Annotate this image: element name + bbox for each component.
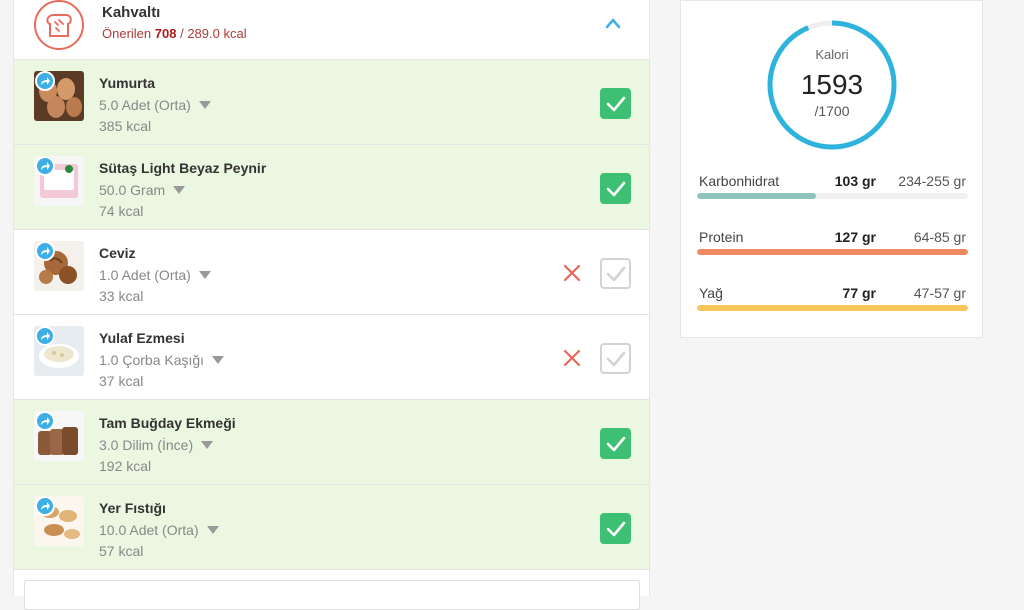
macro-carbs: Karbonhidrat 103 gr 234-255 gr <box>697 173 968 213</box>
meal-header[interactable]: Kahvaltı Önerilen 708 / 289.0 kcal <box>14 0 649 60</box>
macro-progress-fill <box>697 305 968 311</box>
caret-down-icon[interactable] <box>206 526 219 534</box>
caret-down-icon[interactable] <box>198 101 211 109</box>
share-arrow-icon[interactable] <box>35 326 55 346</box>
food-amount-value: 1.0 Adet (Orta) <box>99 267 191 283</box>
food-row[interactable]: Tam Buğday Ekmeği 3.0 Dilim (İnce) 192 kca… <box>14 400 649 485</box>
food-row[interactable]: Yer Fıstığı 10.0 Adet (Orta) 57 kcal <box>14 485 649 570</box>
macro-range: 64-85 gr <box>913 229 966 245</box>
caret-down-icon[interactable] <box>198 271 211 279</box>
food-name: Ceviz <box>99 245 136 261</box>
food-list: Yumurta 5.0 Adet (Orta) 385 kcal Sütaş Ligh… <box>14 60 649 570</box>
macro-progress-fill <box>697 249 968 255</box>
meal-panel: Kahvaltı Önerilen 708 / 289.0 kcal Yumur… <box>13 0 650 610</box>
recommended-value: 708 <box>154 26 177 41</box>
food-amount-select[interactable]: 10.0 Adet (Orta) <box>99 522 219 538</box>
checkbox[interactable] <box>600 513 631 544</box>
food-amount-select[interactable]: 3.0 Dilim (İnce) <box>99 437 214 453</box>
macro-fat: Yağ 77 gr 47-57 gr <box>697 285 968 325</box>
food-kcal: 192 kcal <box>99 458 152 474</box>
food-amount-select[interactable]: 1.0 Çorba Kaşığı <box>99 352 225 368</box>
checkbox[interactable] <box>600 88 631 119</box>
remove-x-icon[interactable] <box>563 349 581 367</box>
macro-range: 234-255 gr <box>898 173 966 189</box>
calorie-value: 1593 <box>800 69 864 100</box>
macro-name: Yağ <box>699 285 723 301</box>
macro-value: 103 gr <box>834 173 876 189</box>
macro-protein: Protein 127 gr 64-85 gr <box>697 229 968 269</box>
food-row[interactable]: Sütaş Light Beyaz Peynir 50.0 Gram 74 kcal <box>14 145 649 230</box>
food-amount-select[interactable]: 1.0 Adet (Orta) <box>99 267 211 283</box>
checkbox[interactable] <box>600 428 631 459</box>
bread-icon <box>34 0 84 50</box>
food-name: Yulaf Ezmesi <box>99 330 185 346</box>
nutrition-summary: Kalori 1593 /1700 Karbonhidrat 103 gr 23… <box>680 0 983 338</box>
share-arrow-icon[interactable] <box>35 496 55 516</box>
food-amount-select[interactable]: 50.0 Gram <box>99 182 186 198</box>
checkbox[interactable] <box>600 258 631 289</box>
share-arrow-icon[interactable] <box>35 71 55 91</box>
food-row[interactable]: Ceviz 1.0 Adet (Orta) 33 kcal <box>14 230 649 315</box>
meal-recommended: Önerilen 708 / 289.0 kcal <box>102 26 247 41</box>
calorie-goal: /1700 <box>814 103 850 119</box>
food-kcal: 33 kcal <box>99 288 144 304</box>
caret-down-icon[interactable] <box>212 356 225 364</box>
macro-progress-track <box>697 193 968 199</box>
caret-down-icon[interactable] <box>201 441 214 449</box>
calorie-ring: Kalori 1593 /1700 <box>766 19 898 151</box>
food-amount-value: 5.0 Adet (Orta) <box>99 97 191 113</box>
food-name: Yumurta <box>99 75 156 91</box>
share-arrow-icon[interactable] <box>35 156 55 176</box>
chevron-up-icon[interactable] <box>605 16 621 30</box>
food-amount-value: 1.0 Çorba Kaşığı <box>99 352 205 368</box>
macro-progress-track <box>697 249 968 255</box>
remove-x-icon[interactable] <box>563 264 581 282</box>
recommended-label: Önerilen <box>102 26 152 41</box>
food-kcal: 57 kcal <box>99 543 144 559</box>
food-name: Yer Fıstığı <box>99 500 166 516</box>
food-kcal: 74 kcal <box>99 203 144 219</box>
recommended-suffix: / 289.0 kcal <box>180 26 247 41</box>
macro-value: 77 gr <box>842 285 876 301</box>
macro-name: Karbonhidrat <box>699 173 780 189</box>
food-amount-value: 3.0 Dilim (İnce) <box>99 437 194 453</box>
share-arrow-icon[interactable] <box>35 241 55 261</box>
food-amount-value: 10.0 Adet (Orta) <box>99 522 199 538</box>
food-kcal: 37 kcal <box>99 373 144 389</box>
food-name: Tam Buğday Ekmeği <box>99 415 236 431</box>
macro-name: Protein <box>699 229 744 245</box>
macro-value: 127 gr <box>834 229 876 245</box>
food-amount-select[interactable]: 5.0 Adet (Orta) <box>99 97 211 113</box>
food-row[interactable]: Yumurta 5.0 Adet (Orta) 385 kcal <box>14 60 649 145</box>
macro-progress-track <box>697 305 968 311</box>
caret-down-icon[interactable] <box>173 186 186 194</box>
share-arrow-icon[interactable] <box>35 411 55 431</box>
food-row[interactable]: Yulaf Ezmesi 1.0 Çorba Kaşığı 37 kcal <box>14 315 649 400</box>
food-name: Sütaş Light Beyaz Peynir <box>99 160 267 176</box>
calorie-label: Kalori <box>815 47 849 62</box>
meal-title: Kahvaltı <box>102 4 161 21</box>
checkbox[interactable] <box>600 343 631 374</box>
food-kcal: 385 kcal <box>99 118 152 134</box>
macro-progress-fill <box>697 193 817 199</box>
food-amount-value: 50.0 Gram <box>99 182 166 198</box>
macro-range: 47-57 gr <box>913 285 966 301</box>
food-search-input[interactable] <box>24 580 640 610</box>
checkbox[interactable] <box>600 173 631 204</box>
